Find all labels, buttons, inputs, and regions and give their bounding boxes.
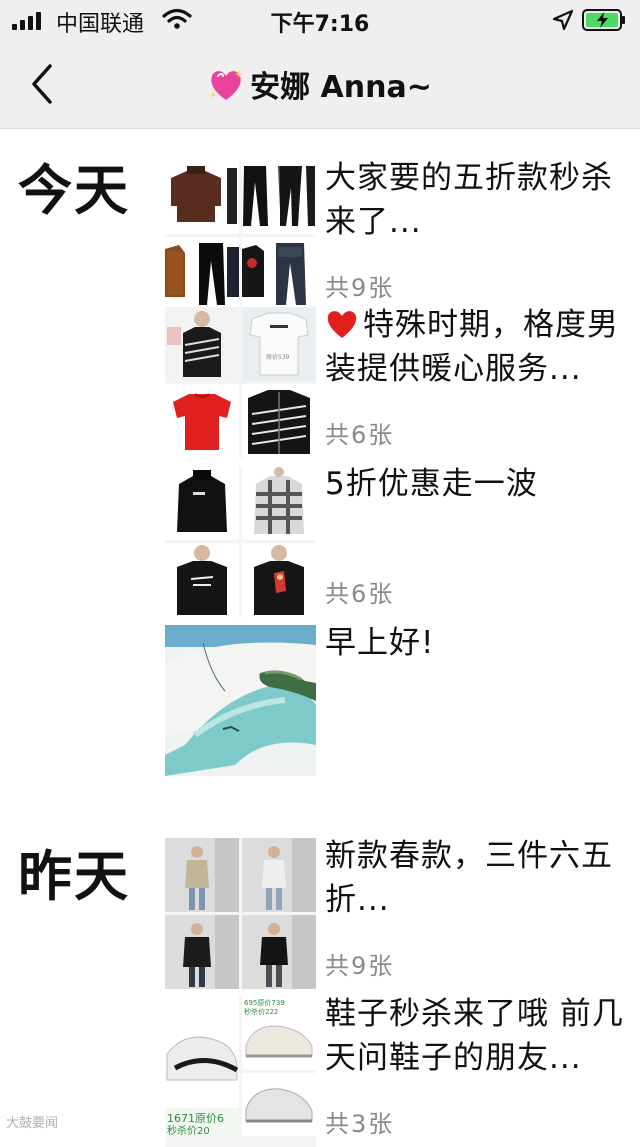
thumbnail-model-door-3 xyxy=(165,915,239,989)
post-text: 新款春款，三件六五折... xyxy=(325,838,613,918)
battery-charging-icon xyxy=(582,9,625,31)
status-time: 下午7:16 xyxy=(270,12,370,37)
post-text: 5折优惠走一波 xyxy=(325,466,538,502)
thumbnail-chunky-sneaker: 695原价739 秒杀价222 xyxy=(242,996,316,1070)
thumbnail-price-label: 原价539 xyxy=(266,354,290,361)
post-text: 大家要的五折款秒杀来了... xyxy=(325,160,613,240)
post-thumbnails: 1671原价6 秒杀价20 695原价739 秒杀价222 xyxy=(165,996,316,1147)
image-count: 共9张 xyxy=(325,274,395,302)
profile-name: 安娜 Anna~ xyxy=(250,70,432,105)
thumbnail-sweater xyxy=(165,160,239,234)
thumbnail-white-sneaker-large: 1671原价6 秒杀价20 xyxy=(165,996,239,1136)
thumbnail-price-label: 1671原价6 xyxy=(167,1112,224,1125)
moment-post[interactable]: 5折优惠走一波 共6张 xyxy=(165,466,640,617)
thumbnail-pants xyxy=(242,160,316,234)
post-thumbnails: 原价539 xyxy=(165,307,316,458)
thumbnail-jacket xyxy=(165,237,239,311)
section-yesterday-label: 昨天 xyxy=(18,845,130,908)
image-count: 共6张 xyxy=(325,580,395,608)
moment-post[interactable]: 大家要的五折款秒杀来了... 共9张 xyxy=(165,160,640,311)
profile-title: 安娜 Anna~ xyxy=(0,62,640,106)
thumbnail-price-label: 695原价739 xyxy=(244,999,285,1007)
post-text: 早上好! xyxy=(325,625,435,661)
red-heart-icon xyxy=(325,308,359,340)
image-count: 共3张 xyxy=(325,1110,395,1138)
post-image-beach xyxy=(165,625,316,776)
thumbnail-price-label: 秒杀价222 xyxy=(244,1007,278,1016)
thumbnail-model-door-1 xyxy=(165,838,239,912)
thumbnail-check-sweater xyxy=(242,466,316,540)
nav-bar: 安娜 Anna~ xyxy=(0,40,640,129)
image-count: 共9张 xyxy=(325,952,395,980)
moment-post[interactable]: 新款春款，三件六五折... 共9张 xyxy=(165,838,640,989)
watermark: 大鼓要闻 xyxy=(6,1116,59,1131)
thumbnail-print-sweatshirt-model xyxy=(242,543,316,617)
location-arrow-icon xyxy=(552,9,574,31)
post-text: 鞋子秒杀来了哦 前几天问鞋子的朋友... xyxy=(325,996,624,1076)
thumbnail-price-label: 秒杀价20 xyxy=(167,1124,210,1136)
thumbnail-black-turtleneck xyxy=(165,466,239,540)
image-count: 共6张 xyxy=(325,421,395,449)
post-text-body: 特殊时期，格度男装提供暖心服务... xyxy=(325,307,619,387)
moment-post[interactable]: 原价539 特殊时期，格度男装提供暖心服务... 共6张 xyxy=(165,307,640,458)
section-today-label: 今天 xyxy=(18,159,130,222)
thumbnail-model-door-4 xyxy=(242,915,316,989)
thumbnail-model-tshirt xyxy=(165,307,239,381)
thumbnail-white-tshirt: 原价539 xyxy=(242,307,316,381)
post-thumbnails xyxy=(165,838,316,989)
thumbnail-black-sweatshirt-model xyxy=(165,543,239,617)
post-text: 特殊时期，格度男装提供暖心服务... xyxy=(325,303,637,391)
thumbnail-grey-sneaker xyxy=(242,1073,316,1136)
thumbnail-patterned-jacket xyxy=(242,384,316,458)
status-bar: 中国联通 下午7:16 xyxy=(0,0,640,40)
thumbnail-red-tshirt xyxy=(165,384,239,458)
thumbnail-model-door-2 xyxy=(242,838,316,912)
post-thumbnails xyxy=(165,466,316,617)
sparkling-heart-icon xyxy=(210,70,244,100)
moment-post[interactable]: 早上好! xyxy=(165,625,640,776)
post-thumbnails xyxy=(165,160,316,311)
thumbnail-jeans xyxy=(242,237,316,311)
moment-post[interactable]: 1671原价6 秒杀价20 695原价739 秒杀价222 鞋子秒杀来了哦 前几… xyxy=(165,996,640,1147)
